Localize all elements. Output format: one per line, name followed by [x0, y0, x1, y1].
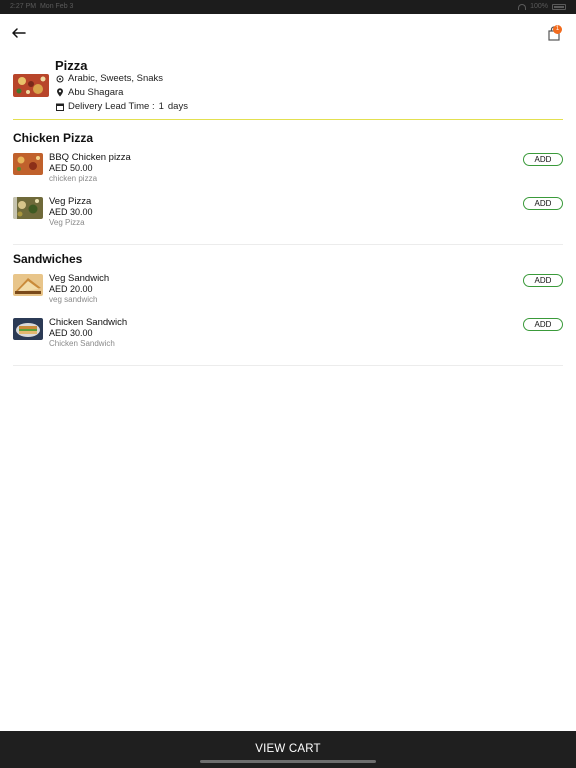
back-button[interactable] — [10, 24, 28, 42]
add-button[interactable]: ADD — [523, 197, 563, 210]
delivery-lead-label: Delivery Lead Time : — [68, 101, 155, 112]
battery-percent: 100% — [530, 3, 548, 10]
cart-count-badge: 1 — [553, 25, 562, 34]
add-button[interactable]: ADD — [523, 274, 563, 287]
section-title-chicken-pizza: Chicken Pizza — [13, 131, 94, 145]
add-button[interactable]: ADD — [523, 318, 563, 331]
delivery-lead-unit: days — [167, 101, 188, 112]
restaurant-location-row: Abu Shagara — [56, 87, 123, 98]
restaurant-image — [13, 74, 49, 97]
status-time-date: 2:27 PM Mon Feb 3 — [10, 3, 73, 10]
item-price: AED 30.00 — [49, 207, 93, 217]
view-cart-button[interactable]: VIEW CART — [0, 743, 576, 755]
restaurant-cuisines-row: Arabic, Sweets, Snaks — [56, 73, 163, 84]
item-name: Veg Pizza — [49, 196, 92, 207]
restaurant-divider — [13, 119, 563, 120]
add-button[interactable]: ADD — [523, 153, 563, 166]
restaurant-name: Pizza — [55, 58, 88, 73]
item-price: AED 20.00 — [49, 284, 93, 294]
item-description: Veg Pizza — [49, 218, 85, 227]
delivery-lead-value: 1 — [158, 101, 164, 112]
menu-item: Veg Sandwich AED 20.00 veg sandwich ADD — [13, 273, 563, 310]
status-time: 2:27 PM — [10, 3, 37, 10]
map-pin-icon — [56, 88, 64, 97]
item-image — [13, 274, 43, 296]
item-description: veg sandwich — [49, 295, 98, 304]
section-divider — [13, 365, 563, 366]
item-name: Chicken Sandwich — [49, 317, 128, 328]
home-indicator — [200, 760, 376, 763]
wifi-icon — [518, 3, 527, 10]
status-bar: 2:27 PM Mon Feb 3 100% — [0, 0, 576, 14]
item-description: Chicken Sandwich — [49, 339, 115, 348]
menu-item: Veg Pizza AED 30.00 Veg Pizza ADD — [13, 196, 563, 233]
section-title-sandwiches: Sandwiches — [13, 252, 83, 266]
item-image — [13, 197, 43, 219]
tag-icon — [56, 74, 64, 83]
status-date: Mon Feb 3 — [39, 3, 74, 10]
menu-item: Chicken Sandwich AED 30.00 Chicken Sandw… — [13, 317, 563, 354]
menu-item: BBQ Chicken pizza AED 50.00 chicken pizz… — [13, 152, 563, 189]
arrow-left-icon — [12, 28, 26, 38]
calendar-icon — [56, 102, 64, 111]
status-indicators: 100% — [518, 3, 566, 10]
restaurant-cuisines: Arabic, Sweets, Snaks — [68, 73, 164, 84]
item-name: Veg Sandwich — [49, 273, 110, 284]
section-divider — [13, 244, 563, 245]
item-image — [13, 318, 43, 340]
delivery-lead-row: Delivery Lead Time : 1 days — [56, 101, 188, 112]
item-price: AED 30.00 — [49, 328, 93, 338]
item-description: chicken pizza — [49, 174, 98, 183]
item-price: AED 50.00 — [49, 163, 93, 173]
item-image — [13, 153, 43, 175]
item-name: BBQ Chicken pizza — [49, 152, 131, 163]
battery-icon — [552, 3, 566, 10]
restaurant-location: Abu Shagara — [68, 87, 124, 98]
